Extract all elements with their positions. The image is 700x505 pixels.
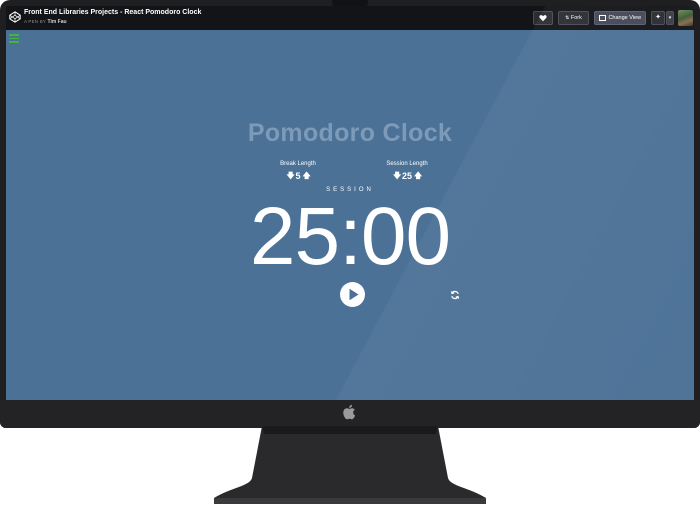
pen-author-link[interactable]: Tim Fau xyxy=(47,19,66,25)
run-button[interactable]: ✦ xyxy=(651,11,665,25)
fork-button-label: Fork xyxy=(570,15,582,21)
break-increment-arrow-up-icon[interactable]: 🡅 xyxy=(303,170,311,182)
break-decrement-arrow-down-icon[interactable]: 🡇 xyxy=(286,170,294,182)
hamburger-menu-icon[interactable] xyxy=(9,34,19,43)
heart-icon xyxy=(539,15,547,22)
session-length-value: 25 xyxy=(401,171,412,181)
codepen-logo-icon[interactable] xyxy=(9,11,21,23)
monitor-stand xyxy=(214,426,486,504)
session-length-label: Session Length xyxy=(386,161,428,167)
refresh-icon[interactable] xyxy=(450,290,460,300)
avatar[interactable] xyxy=(678,10,693,26)
pen-title[interactable]: Front End Libraries Projects - React Pom… xyxy=(24,9,201,16)
change-view-icon xyxy=(598,14,606,21)
codepen-header: Front End Libraries Projects - React Pom… xyxy=(6,6,694,30)
time-left-display: 25:00 xyxy=(249,191,451,282)
change-view-button-label: Change View xyxy=(608,15,642,21)
apple-logo-icon xyxy=(343,404,356,420)
run-icon: ✦ xyxy=(655,14,661,21)
chevron-down-icon: ▾ xyxy=(668,15,672,21)
play-button[interactable] xyxy=(340,282,365,307)
screen: Front End Libraries Projects - React Pom… xyxy=(6,6,694,400)
pen-byline: A PEN BY Tim Fau xyxy=(24,19,67,25)
session-length-control: Session Length 🡇25 🡅 xyxy=(367,161,447,182)
session-decrement-arrow-down-icon[interactable]: 🡇 xyxy=(393,170,401,182)
change-view-button[interactable]: Change View xyxy=(594,11,646,25)
break-length-control: Break Length 🡇5 🡅 xyxy=(258,161,338,182)
fork-icon: ⇅ xyxy=(565,15,570,21)
run-dropdown-button[interactable]: ▾ xyxy=(666,11,674,25)
app-title: Pomodoro Clock xyxy=(247,119,453,147)
fork-button[interactable]: ⇅ Fork xyxy=(558,11,589,25)
play-icon xyxy=(349,288,359,301)
session-increment-arrow-up-icon[interactable]: 🡅 xyxy=(414,170,422,182)
heart-button[interactable] xyxy=(533,11,553,25)
break-length-label: Break Length xyxy=(280,161,316,167)
pen-byline-prefix: A PEN BY xyxy=(24,19,47,24)
break-length-value: 5 xyxy=(295,171,301,181)
